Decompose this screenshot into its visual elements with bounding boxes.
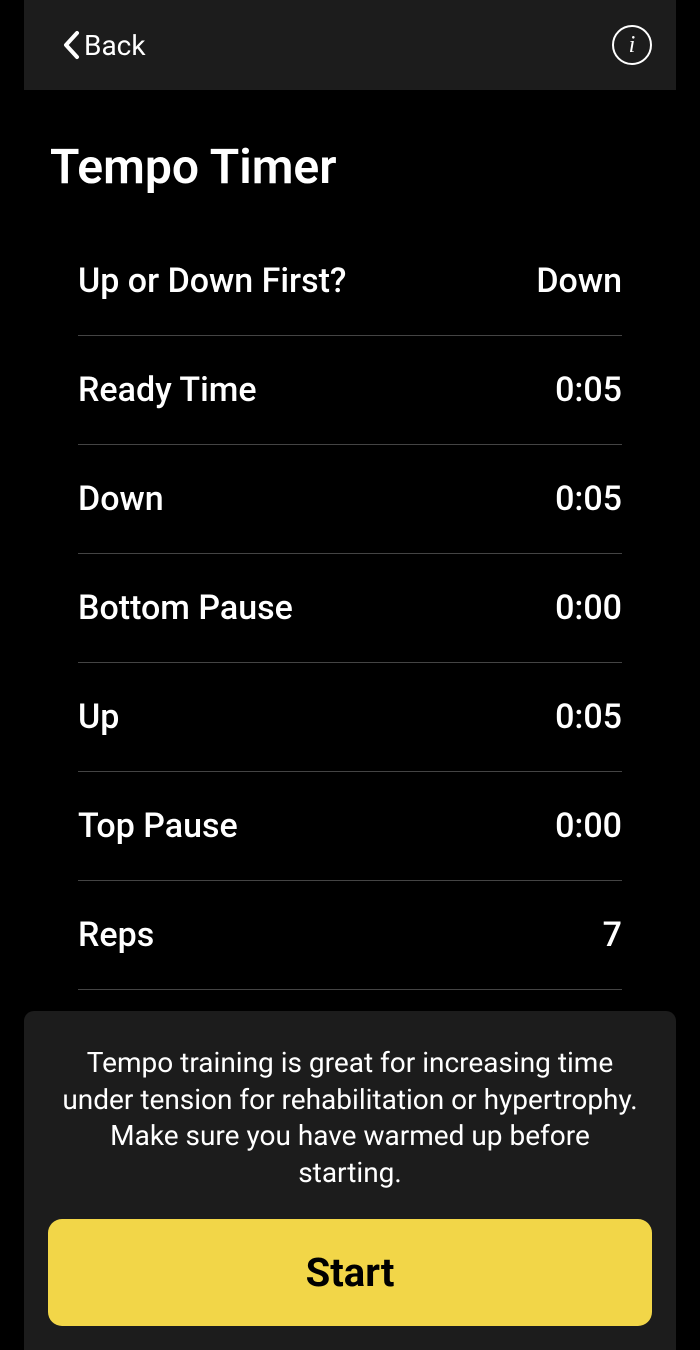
- setting-value: 0:05: [555, 370, 622, 410]
- bottom-panel: Tempo training is great for increasing t…: [24, 1011, 676, 1350]
- page-title: Tempo Timer: [50, 138, 650, 195]
- settings-list: Up or Down First? Down Ready Time 0:05 D…: [50, 227, 650, 990]
- setting-label: Bottom Pause: [78, 588, 293, 628]
- back-label: Back: [84, 29, 146, 62]
- setting-label: Top Pause: [78, 806, 238, 846]
- setting-down[interactable]: Down 0:05: [78, 445, 622, 554]
- chevron-left-icon: [60, 29, 82, 61]
- setting-value: 0:00: [555, 806, 622, 846]
- info-button[interactable]: i: [612, 25, 652, 65]
- setting-label: Up or Down First?: [78, 261, 346, 301]
- setting-value: 0:05: [555, 479, 622, 519]
- setting-up[interactable]: Up 0:05: [78, 663, 622, 772]
- setting-direction[interactable]: Up or Down First? Down: [78, 227, 622, 336]
- setting-ready-time[interactable]: Ready Time 0:05: [78, 336, 622, 445]
- header: Back i: [24, 0, 676, 90]
- setting-value: 7: [603, 915, 622, 955]
- setting-bottom-pause[interactable]: Bottom Pause 0:00: [78, 554, 622, 663]
- start-button[interactable]: Start: [48, 1219, 652, 1326]
- setting-top-pause[interactable]: Top Pause 0:00: [78, 772, 622, 881]
- setting-value: 0:00: [555, 588, 622, 628]
- setting-reps[interactable]: Reps 7: [78, 881, 622, 990]
- back-button[interactable]: Back: [60, 29, 146, 62]
- setting-label: Down: [78, 479, 164, 519]
- info-icon: i: [629, 33, 636, 57]
- setting-value: Down: [536, 261, 622, 301]
- setting-value: 0:05: [555, 697, 622, 737]
- content: Tempo Timer Up or Down First? Down Ready…: [0, 90, 700, 990]
- setting-label: Reps: [78, 915, 154, 955]
- info-text: Tempo training is great for increasing t…: [48, 1045, 652, 1191]
- setting-label: Up: [78, 697, 119, 737]
- setting-label: Ready Time: [78, 370, 257, 410]
